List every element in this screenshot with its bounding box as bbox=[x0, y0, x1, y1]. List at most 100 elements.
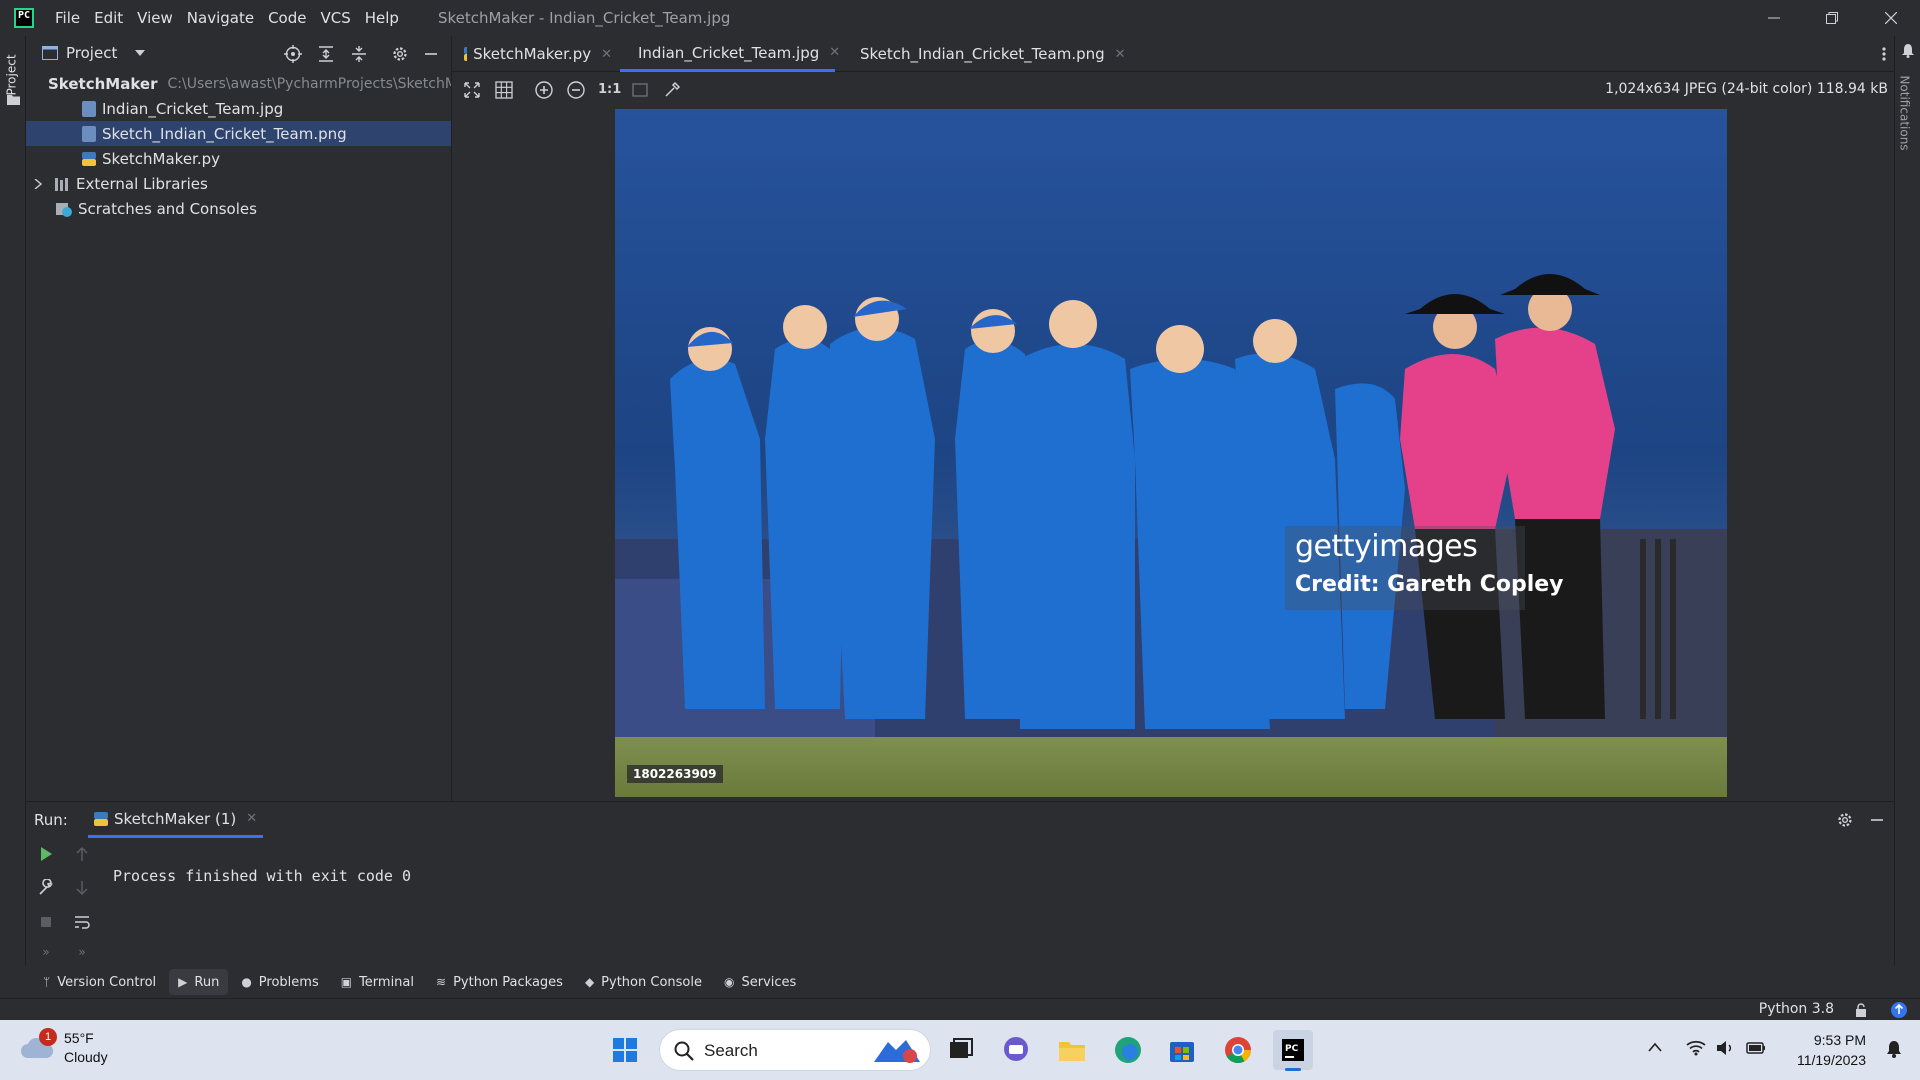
play-icon: ▶ bbox=[178, 975, 188, 989]
notifications-bell-icon[interactable] bbox=[1886, 1040, 1902, 1058]
tab-label: SketchMaker.py bbox=[473, 45, 592, 63]
menu-view[interactable]: View bbox=[130, 9, 180, 27]
microsoft-store-icon bbox=[1170, 1042, 1194, 1062]
rerun-icon[interactable] bbox=[37, 845, 55, 863]
branch-icon: ᛘ bbox=[43, 975, 51, 989]
menu-edit[interactable]: Edit bbox=[87, 9, 130, 27]
project-panel-header: Project bbox=[26, 36, 451, 70]
interpreter-selector[interactable]: Python 3.8 bbox=[1759, 1001, 1834, 1017]
taskbar-task-view[interactable] bbox=[940, 1030, 980, 1070]
notifications-bell-icon[interactable] bbox=[1902, 44, 1914, 58]
hide-panel-icon[interactable] bbox=[1868, 811, 1886, 829]
project-view-selector[interactable]: Project bbox=[66, 44, 117, 62]
image-file-icon bbox=[82, 100, 96, 117]
run-config-tab[interactable]: SketchMaker (1) ✕ bbox=[88, 802, 264, 838]
tree-item-external-libraries[interactable]: External Libraries bbox=[26, 171, 451, 196]
project-panel: Project SketchMaker C:\Users\awast\Pycha… bbox=[26, 36, 457, 834]
minimize-icon bbox=[1768, 17, 1780, 19]
color-picker-icon[interactable] bbox=[662, 80, 682, 100]
wifi-icon[interactable] bbox=[1686, 1040, 1706, 1056]
menu-file[interactable]: File bbox=[48, 9, 87, 27]
collapse-all-icon[interactable] bbox=[350, 45, 368, 63]
tool-tab-python-packages[interactable]: ≋ Python Packages bbox=[427, 969, 572, 995]
background-toggle-icon[interactable] bbox=[630, 80, 650, 100]
locate-target-icon[interactable] bbox=[284, 45, 302, 63]
tab-close-icon[interactable]: ✕ bbox=[601, 47, 612, 62]
grid-icon[interactable] bbox=[494, 80, 514, 100]
tree-root-sketchmaker[interactable]: SketchMaker C:\Users\awast\PycharmProjec… bbox=[26, 71, 457, 96]
tree-item-indian-cricket-team-jpg[interactable]: Indian_Cricket_Team.jpg bbox=[26, 96, 451, 121]
tree-item-label: SketchMaker.py bbox=[102, 149, 221, 168]
actual-size-button[interactable]: 1:1 bbox=[598, 80, 621, 100]
taskbar-search[interactable]: Search bbox=[659, 1029, 931, 1071]
taskbar-store[interactable] bbox=[1162, 1030, 1202, 1070]
taskbar-chrome[interactable] bbox=[1218, 1030, 1258, 1070]
start-button[interactable] bbox=[605, 1030, 645, 1070]
minimize-button[interactable] bbox=[1745, 0, 1803, 36]
run-config-label: SketchMaker (1) bbox=[114, 809, 237, 828]
hide-panel-icon[interactable] bbox=[422, 45, 440, 63]
clock-time: 9:53 PM bbox=[1813, 1032, 1866, 1048]
more-options-icon[interactable] bbox=[1882, 47, 1886, 61]
chrome-browser-icon bbox=[1225, 1037, 1252, 1064]
chevron-right-icon[interactable] bbox=[34, 178, 42, 189]
tree-item-sketch-indian-cricket-team-png[interactable]: Sketch_Indian_Cricket_Team.png bbox=[26, 121, 451, 146]
tree-item-scratches-and-consoles[interactable]: Scratches and Consoles bbox=[26, 196, 451, 221]
wrench-icon[interactable] bbox=[37, 879, 55, 897]
run-panel: Run: SketchMaker (1) ✕ » » Process finis… bbox=[26, 801, 1894, 966]
menu-navigate[interactable]: Navigate bbox=[180, 9, 261, 27]
taskbar-pycharm[interactable]: PC bbox=[1273, 1030, 1313, 1071]
tab-close-icon[interactable]: ✕ bbox=[1115, 47, 1126, 62]
search-icon bbox=[674, 1041, 694, 1061]
arrow-down-icon[interactable] bbox=[73, 879, 91, 897]
tab-indian-cricket-team-jpg[interactable]: Indian_Cricket_Team.jpg ✕ bbox=[620, 36, 840, 72]
tool-tab-version-control[interactable]: ᛘ Version Control bbox=[34, 969, 165, 995]
battery-icon[interactable] bbox=[1746, 1040, 1766, 1056]
tab-close-icon[interactable]: ✕ bbox=[829, 45, 840, 60]
chevron-up-icon[interactable] bbox=[1648, 1042, 1662, 1052]
stop-icon[interactable] bbox=[37, 913, 55, 931]
tab-sketch-indian-cricket-team-png[interactable]: Sketch_Indian_Cricket_Team.png ✕ bbox=[842, 36, 1126, 72]
chevron-down-icon[interactable] bbox=[135, 50, 146, 56]
search-placeholder: Search bbox=[704, 1041, 758, 1060]
soft-wrap-icon[interactable] bbox=[73, 913, 91, 931]
more-tools-icon[interactable]: » bbox=[37, 945, 55, 963]
cricket-team-photo bbox=[615, 109, 1727, 797]
restore-button[interactable] bbox=[1803, 0, 1861, 36]
arrow-up-icon[interactable] bbox=[73, 845, 91, 863]
tool-tab-label: Run bbox=[194, 974, 220, 990]
console-output[interactable]: Process finished with exit code 0 bbox=[113, 867, 411, 885]
watermark-credit: Credit: Gareth Copley bbox=[1295, 572, 1564, 597]
more-tools-icon[interactable]: » bbox=[73, 945, 91, 963]
tool-tab-python-console[interactable]: ◆ Python Console bbox=[576, 969, 711, 995]
taskbar-chat[interactable] bbox=[996, 1030, 1036, 1070]
services-icon: ◉ bbox=[723, 975, 735, 989]
menu-code[interactable]: Code bbox=[261, 9, 313, 27]
fit-to-window-icon[interactable] bbox=[462, 80, 482, 100]
gear-icon[interactable] bbox=[391, 45, 409, 63]
gear-icon[interactable] bbox=[1836, 811, 1854, 829]
tool-tab-run[interactable]: ▶ Run bbox=[169, 969, 229, 995]
tab-close-icon[interactable]: ✕ bbox=[246, 811, 257, 826]
notifications-stripe-label[interactable]: Notifications bbox=[1898, 75, 1912, 150]
close-window-button[interactable] bbox=[1862, 0, 1920, 36]
volume-icon[interactable] bbox=[1716, 1040, 1734, 1056]
lock-icon[interactable] bbox=[1854, 1003, 1868, 1017]
menu-vcs[interactable]: VCS bbox=[313, 9, 357, 27]
tab-sketchmaker-py[interactable]: SketchMaker.py ✕ bbox=[452, 36, 612, 72]
zoom-in-icon[interactable] bbox=[534, 80, 554, 100]
update-icon[interactable] bbox=[1890, 1001, 1908, 1019]
taskbar-file-explorer[interactable] bbox=[1052, 1030, 1092, 1070]
menu-help[interactable]: Help bbox=[358, 9, 406, 27]
system-clock[interactable]: 9:53 PM 11/19/2023 bbox=[1797, 1030, 1866, 1070]
tool-tab-services[interactable]: ◉ Services bbox=[715, 969, 805, 995]
zoom-out-icon[interactable] bbox=[566, 80, 586, 100]
tree-item-sketchmaker-py[interactable]: SketchMaker.py bbox=[26, 146, 451, 171]
python-console-icon: ◆ bbox=[584, 975, 595, 989]
tool-tab-terminal[interactable]: ▣ Terminal bbox=[332, 969, 423, 995]
tool-tab-problems[interactable]: ● Problems bbox=[232, 969, 327, 995]
taskbar-edge[interactable] bbox=[1108, 1030, 1148, 1070]
expand-all-icon[interactable] bbox=[317, 45, 335, 63]
terminal-icon: ▣ bbox=[340, 975, 353, 989]
weather-widget[interactable]: 1 55°F Cloudy bbox=[20, 1028, 130, 1072]
